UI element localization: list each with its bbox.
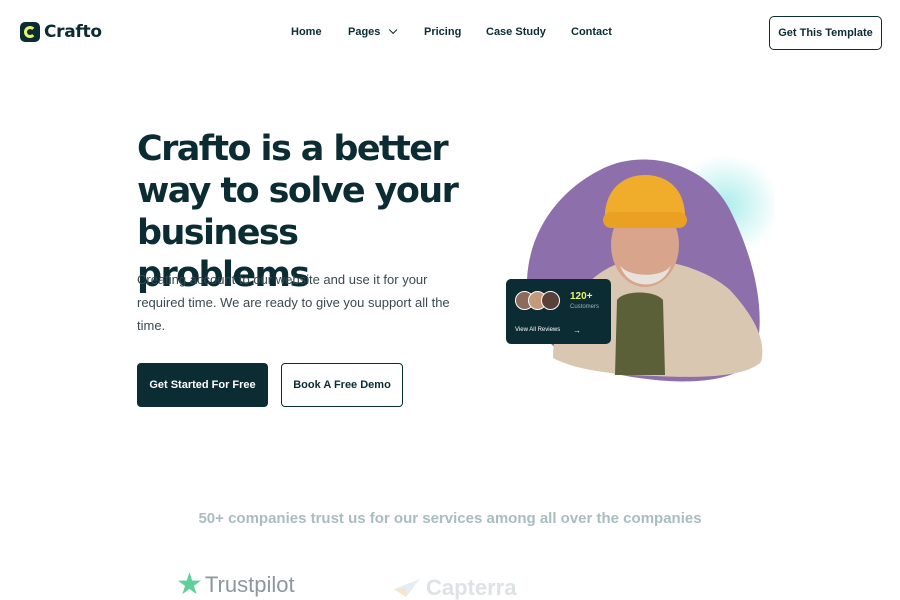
avatar-group — [515, 291, 560, 310]
nav-item-home[interactable]: Home — [291, 26, 322, 38]
trustpilot-logo: ★ Trustpilot — [176, 570, 295, 600]
top-navigation: Crafto Home Pages Pricing Case Study Con… — [0, 0, 900, 66]
brand-logo[interactable]: Crafto — [20, 22, 102, 42]
avatar — [541, 291, 560, 310]
nav-item-case-study[interactable]: Case Study — [486, 26, 546, 38]
trustpilot-wordmark: Trustpilot — [204, 572, 295, 597]
trust-statement: 50+ companies trust us for our services … — [198, 510, 702, 527]
arrow-right-icon[interactable]: → — [573, 326, 581, 335]
nav-item-pricing[interactable]: Pricing — [424, 26, 461, 38]
capterra-wordmark: Capterra — [426, 575, 517, 600]
hero-subtitle: Creating account to our website and use … — [137, 272, 450, 333]
view-reviews-link[interactable]: View All Reviews — [515, 327, 560, 333]
person-shirt — [615, 292, 665, 375]
customer-count-label: Customers — [570, 304, 600, 310]
reviews-card[interactable]: 120+ Customers View All Reviews → — [506, 279, 611, 344]
get-started-button[interactable]: Get Started For Free — [137, 363, 268, 407]
capterra-icon — [394, 579, 420, 597]
star-icon: ★ — [176, 568, 203, 600]
chevron-down-icon — [389, 25, 398, 35]
nav-item-contact[interactable]: Contact — [571, 26, 612, 38]
brand-name: Crafto — [44, 22, 102, 42]
logo-icon — [20, 22, 40, 42]
customer-count: 120+ — [570, 291, 593, 302]
nav-item-pages[interactable]: Pages — [348, 25, 398, 38]
beanie-band — [603, 212, 687, 228]
hero-illustration — [526, 155, 775, 382]
capterra-logo: Capterra — [392, 575, 516, 600]
nav-item-pages-label: Pages — [348, 26, 381, 38]
book-demo-button[interactable]: Book A Free Demo — [281, 363, 403, 407]
get-template-button[interactable]: Get This Template — [769, 16, 882, 50]
